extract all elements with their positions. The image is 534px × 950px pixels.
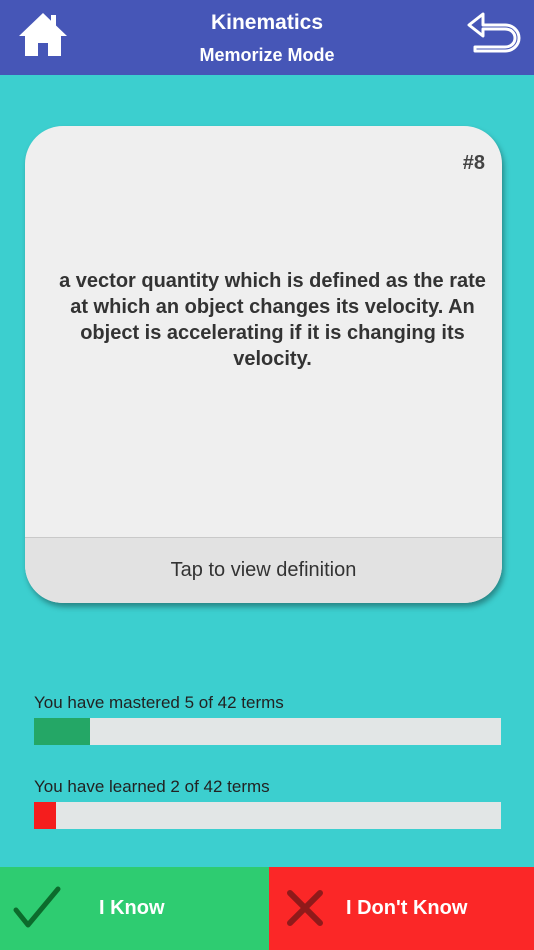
- i-dont-know-button[interactable]: I Don't Know: [269, 867, 534, 950]
- i-dont-know-label: I Don't Know: [346, 897, 468, 919]
- learned-progress-fill: [34, 802, 57, 829]
- flash-card[interactable]: #8 a vector quantity which is defined as…: [25, 126, 502, 603]
- i-know-label: I Know: [99, 897, 165, 919]
- checkmark-icon: [13, 886, 61, 928]
- learned-progress-bar: [34, 802, 501, 829]
- i-know-button[interactable]: I Know: [0, 867, 269, 950]
- x-icon: [287, 890, 323, 926]
- undo-arrow-icon: [467, 12, 521, 53]
- mastered-progress-bar: [34, 718, 501, 745]
- back-button[interactable]: [465, 10, 521, 54]
- tap-to-view-definition-button[interactable]: Tap to view definition: [25, 537, 502, 603]
- page-title: Kinematics: [210, 11, 324, 34]
- mastered-progress-label: You have mastered 5 of 42 terms: [34, 693, 284, 712]
- learned-progress-label: You have learned 2 of 42 terms: [34, 777, 270, 796]
- card-number: #8: [462, 152, 485, 174]
- app-header: Kinematics Memorize Mode: [0, 0, 534, 75]
- card-definition-text: a vector quantity which is defined as th…: [59, 270, 486, 370]
- mastered-progress-fill: [34, 718, 90, 745]
- mode-subtitle: Memorize Mode: [199, 45, 335, 65]
